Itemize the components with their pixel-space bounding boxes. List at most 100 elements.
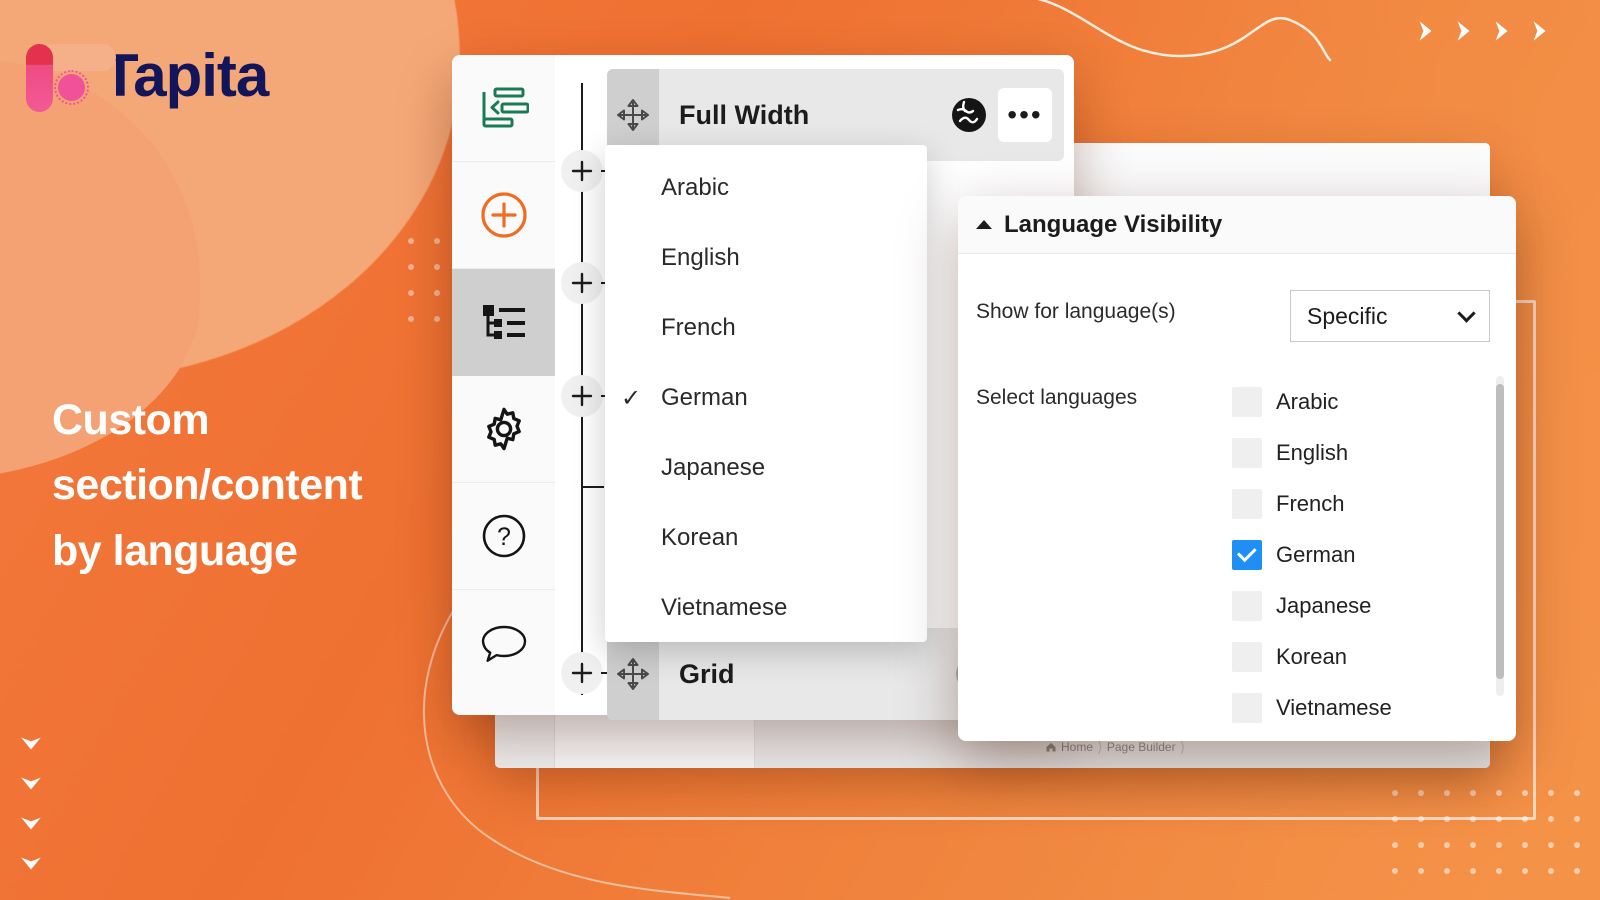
chevron-right-icon [1495,21,1508,41]
chevron-down-icon [21,777,41,790]
gear-icon [486,407,521,451]
language-checkbox-label: English [1276,439,1349,465]
language-menu-item-label: Arabic [661,174,730,201]
scrollbar-thumb[interactable] [1496,384,1504,679]
move-icon [617,658,649,690]
layout-code-icon [482,87,529,128]
add-row-button[interactable] [561,375,613,417]
language-menu-item-japanese[interactable]: Japanese [605,433,927,503]
language-visibility-dialog: Language Visibility Show for language(s)… [958,196,1516,741]
logo-vertical-bar [26,44,53,112]
add-row-button[interactable] [561,652,613,694]
breadcrumb-item-home[interactable]: Home [1061,740,1093,754]
language-visibility-body: Show for language(s) Specific Select lan… [958,254,1516,733]
language-menu-item-korean[interactable]: Korean [605,503,927,573]
help-circle-icon: ? [482,514,525,558]
language-menu-item-label: English [661,244,740,271]
decorative-dot-grid-bottom-right [1392,790,1600,894]
sidebar-item-layers[interactable] [452,269,555,376]
chevron-right-icon [1419,21,1432,41]
language-checkbox-german[interactable]: German [1232,529,1490,580]
show-for-language-label: Show for language(s) [976,300,1176,323]
language-checkbox-label: Arabic [1276,388,1339,414]
brand-lockup: Tapita [24,38,269,112]
chevron-right-icon [1457,21,1470,41]
language-menu-item-label: Vietnamese [661,594,788,621]
logo-dot [58,74,85,101]
language-checkbox-english[interactable]: English [1232,427,1490,478]
checkbox[interactable] [1232,437,1262,468]
select-languages-label: Select languages [976,386,1138,409]
page-title: Custom section/content by language [52,388,472,584]
language-checkbox-label: Korean [1276,643,1347,669]
language-visibility-header[interactable]: Language Visibility [958,196,1516,254]
select-languages-row: Select languages Arabic English French G… [976,376,1504,733]
checkbox-checked[interactable] [1232,539,1262,570]
show-for-language-select[interactable]: Specific [1290,290,1490,342]
add-row-button[interactable] [561,150,613,192]
chevron-right-icon [1533,21,1546,41]
language-checkbox-label: Japanese [1276,592,1372,618]
headline-line-1: Custom [52,396,210,444]
builder-gutter [555,55,613,715]
plus-icon [571,160,593,182]
sidebar-item-layout[interactable] [452,55,555,162]
language-menu-item-french[interactable]: French [605,293,927,363]
show-for-language-value: Specific [1307,302,1388,329]
language-checkbox-list: Arabic English French German Japanese Ko… [1232,376,1504,733]
checkbox[interactable] [1232,386,1262,417]
sidebar-item-chat[interactable] [452,590,555,697]
language-menu-item-label: German [661,384,748,411]
move-icon [617,99,649,131]
decorative-chevrons-down [18,730,44,876]
row-more-menu-button[interactable]: ••• [998,88,1052,142]
chevron-down-icon [21,737,41,750]
language-checkbox-vietnamese[interactable]: Vietnamese [1232,682,1490,733]
language-menu-item-vietnamese[interactable]: Vietnamese [605,573,927,643]
language-checkbox-french[interactable]: French [1232,478,1490,529]
svg-text:?: ? [497,523,511,551]
language-visibility-title: Language Visibility [1004,210,1223,238]
add-row-button[interactable] [561,262,613,304]
row-title: Full Width [679,99,810,130]
sidebar-item-help[interactable]: ? [452,483,555,590]
layers-tree-icon [482,305,525,339]
checkbox[interactable] [1232,641,1262,672]
plus-icon [571,662,593,684]
checkbox[interactable] [1232,488,1262,519]
home-icon [1046,743,1056,752]
show-for-language-row: Show for language(s) Specific [976,290,1490,342]
brand-name: Tapita [102,41,269,109]
breadcrumb-item-page-builder[interactable]: Page Builder [1107,740,1176,754]
language-checkbox-label: French [1276,490,1345,516]
row-title: Grid [679,658,735,689]
language-checkbox-label: Vietnamese [1276,694,1392,720]
chevron-down-icon [21,817,41,830]
gutter-tick [582,486,604,488]
language-checkbox-korean[interactable]: Korean [1232,631,1490,682]
language-menu-item-label: French [661,314,736,341]
chevron-down-icon [1457,303,1476,323]
language-checkbox-arabic[interactable]: Arabic [1232,376,1490,427]
language-checkbox-label: German [1276,541,1356,567]
sidebar-item-add[interactable] [452,162,555,269]
globe-icon[interactable] [950,96,988,134]
language-menu-item-label: Japanese [661,454,766,481]
language-checkbox-japanese[interactable]: Japanese [1232,580,1490,631]
language-menu-item-arabic[interactable]: Arabic [605,153,927,223]
checkbox[interactable] [1232,692,1262,723]
language-menu-item-english[interactable]: English [605,223,927,293]
language-menu-item-german[interactable]: ✓ German [605,363,927,433]
chevron-down-icon [21,857,41,870]
caret-up-icon[interactable] [976,220,992,229]
sidebar-item-settings[interactable] [452,376,555,483]
language-dropdown-menu[interactable]: Arabic English French ✓ German Japanese … [605,145,927,642]
headline-line-2: section/content [52,461,363,510]
chat-bubble-icon [481,625,526,662]
check-icon: ✓ [621,384,642,412]
plus-icon [571,385,593,407]
language-menu-item-label: Korean [661,524,739,551]
plus-icon [571,272,593,294]
checkbox[interactable] [1232,590,1262,621]
builder-toolbar-rail: ? [452,55,555,715]
